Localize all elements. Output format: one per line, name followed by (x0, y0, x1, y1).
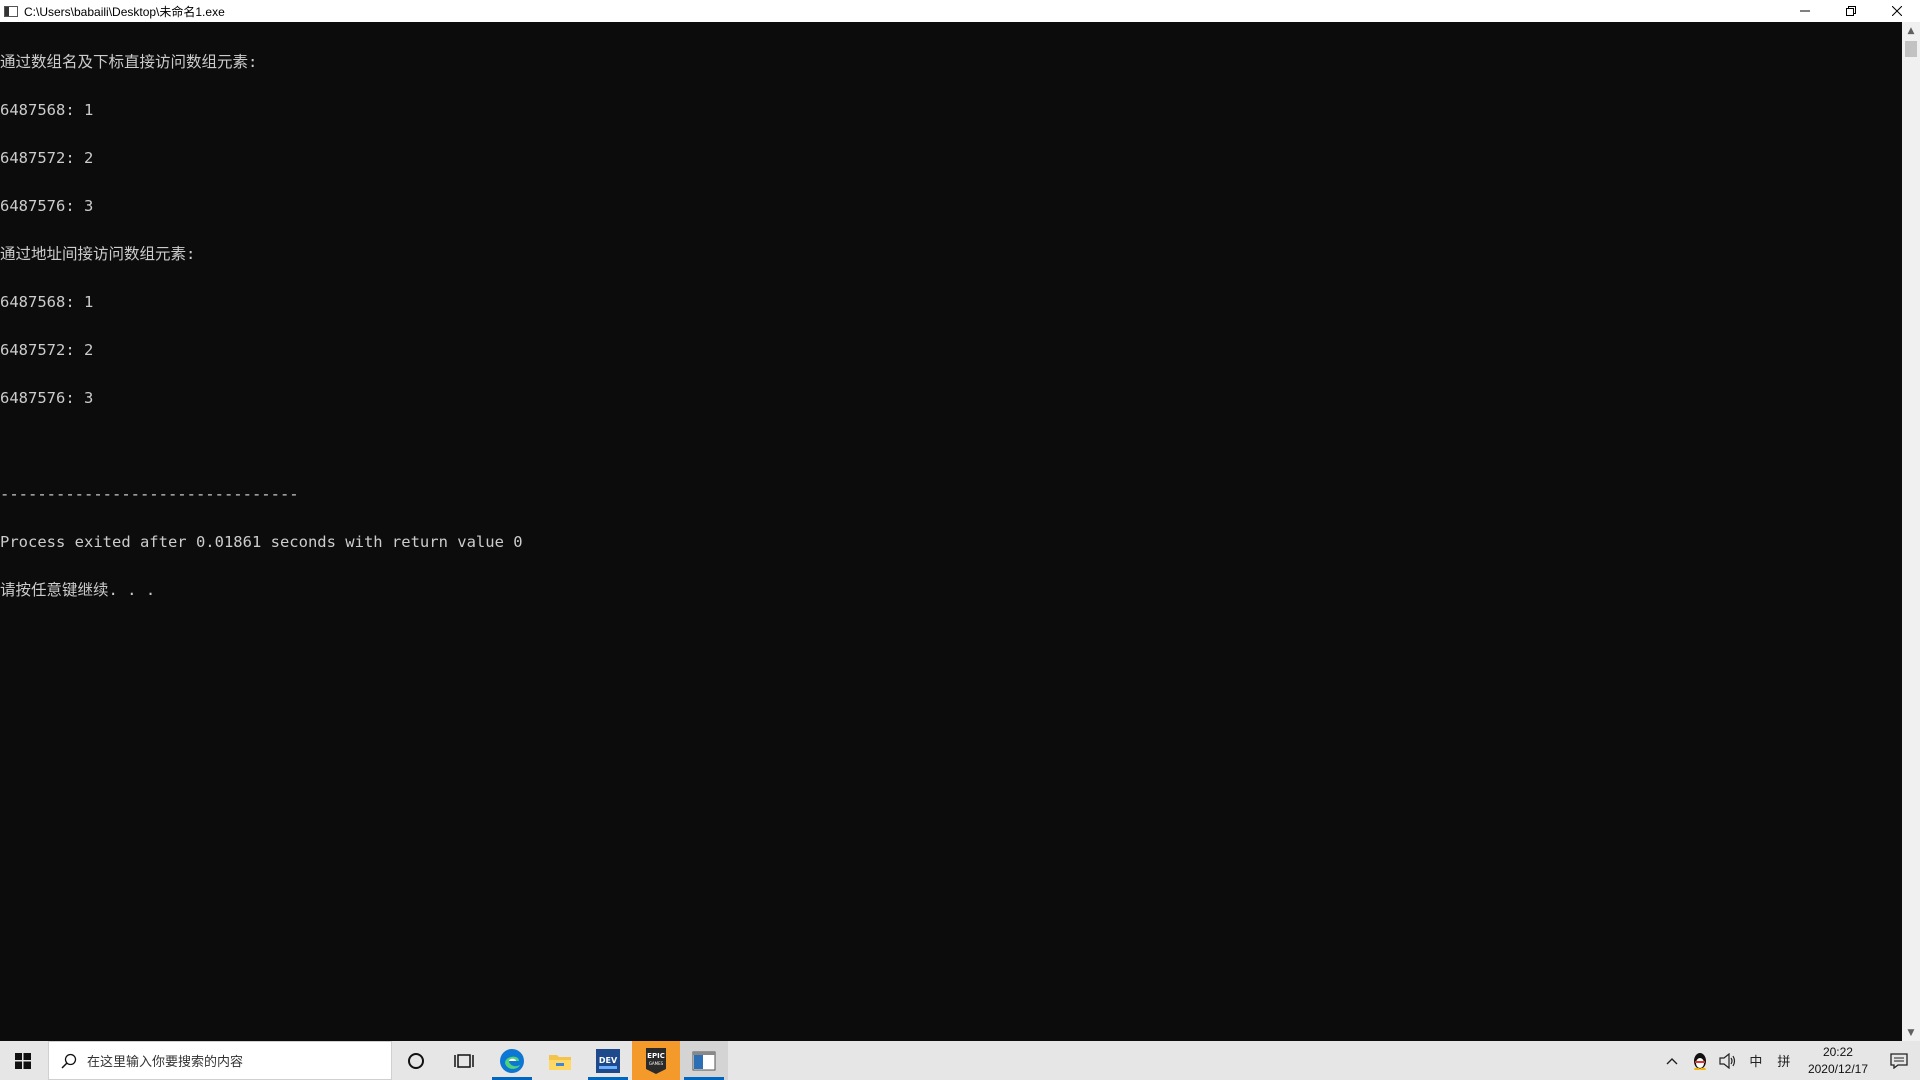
ime-mode-button[interactable]: 拼 (1770, 1041, 1798, 1080)
qq-penguin-icon (1693, 1052, 1706, 1070)
epic-games-icon: EPIC GAMES (646, 1047, 666, 1074)
volume-button[interactable] (1714, 1041, 1742, 1080)
dev-cpp-icon: DEV (596, 1048, 620, 1073)
console-line: 6487576: 3 (0, 389, 94, 407)
console-line: 通过地址间接访问数组元素: (0, 245, 196, 263)
clock-date: 2020/12/17 (1807, 1061, 1868, 1076)
console-line: 6487572: 2 (0, 149, 94, 167)
console-line: 6487568: 1 (0, 101, 94, 119)
cortana-button[interactable] (392, 1041, 440, 1080)
search-icon (61, 1053, 77, 1069)
console-line: 6487576: 3 (0, 197, 94, 215)
file-explorer-icon (549, 1054, 571, 1070)
start-button[interactable] (0, 1041, 46, 1080)
dev-cpp-button[interactable]: DEV (584, 1041, 632, 1080)
svg-text:EPIC: EPIC (647, 1052, 665, 1060)
qq-tray-button[interactable] (1686, 1041, 1714, 1080)
restore-icon (1846, 6, 1856, 16)
action-center-button[interactable] (1878, 1041, 1920, 1080)
console-window-icon[interactable] (4, 5, 18, 17)
console-line: Process exited after 0.01861 seconds wit… (0, 533, 523, 551)
search-placeholder: 在这里输入你要搜索的内容 (87, 1054, 244, 1069)
svg-text:DEV: DEV (599, 1056, 618, 1065)
chevron-up-icon (1666, 1057, 1678, 1064)
edge-button[interactable] (488, 1041, 536, 1080)
epic-games-button[interactable]: EPIC GAMES (632, 1041, 680, 1080)
window-title: C:\Users\babaili\Desktop\未命名1.exe (24, 4, 225, 19)
console-line: 6487568: 1 (0, 293, 94, 311)
cortana-icon (408, 1052, 424, 1069)
svg-text:GAMES: GAMES (649, 1061, 664, 1066)
minimize-button[interactable] (1782, 0, 1828, 22)
scroll-down-icon[interactable]: ▼ (1902, 1024, 1920, 1041)
windows-logo-icon (15, 1052, 31, 1069)
console-app-icon (692, 1051, 716, 1070)
scroll-up-icon[interactable]: ▲ (1902, 22, 1920, 39)
console-line: -------------------------------- (0, 485, 299, 503)
system-tray: 中 拼 20:22 2020/12/17 (1658, 1041, 1920, 1080)
speaker-icon (1719, 1052, 1736, 1069)
console-output[interactable]: 通过数组名及下标直接访问数组元素: 6487568: 1 6487572: 2 … (0, 22, 1902, 1041)
ime-language-button[interactable]: 中 (1742, 1041, 1770, 1080)
file-explorer-button[interactable] (536, 1041, 584, 1080)
scroll-thumb[interactable] (1905, 41, 1917, 57)
console-line: 请按任意键继续. . . (0, 581, 156, 599)
edge-icon (500, 1048, 524, 1073)
console-window: C:\Users\babaili\Desktop\未命名1.exe 通过数组名及… (0, 0, 1920, 1041)
close-icon (1892, 6, 1902, 16)
console-line: 通过数组名及下标直接访问数组元素: (0, 53, 258, 71)
taskbar-search-box[interactable]: 在这里输入你要搜索的内容 (48, 1041, 392, 1080)
clock-button[interactable]: 20:22 2020/12/17 (1798, 1044, 1878, 1078)
window-controls (1782, 0, 1920, 22)
minimize-icon (1800, 10, 1810, 12)
title-bar[interactable]: C:\Users\babaili\Desktop\未命名1.exe (0, 0, 1920, 22)
task-view-icon (454, 1053, 474, 1068)
task-view-button[interactable] (440, 1041, 488, 1080)
notification-icon (1890, 1052, 1908, 1069)
console-line: 6487572: 2 (0, 341, 94, 359)
console-app-button[interactable] (680, 1041, 728, 1080)
close-button[interactable] (1874, 0, 1920, 22)
vertical-scrollbar[interactable]: ▲ ▼ (1902, 22, 1920, 1041)
show-hidden-icons-button[interactable] (1658, 1041, 1686, 1080)
restore-button[interactable] (1828, 0, 1874, 22)
taskbar: 在这里输入你要搜索的内容 DEV EPIC GAMES 中 拼 20:22 20… (0, 1041, 1920, 1080)
clock-time: 20:22 (1822, 1044, 1853, 1059)
